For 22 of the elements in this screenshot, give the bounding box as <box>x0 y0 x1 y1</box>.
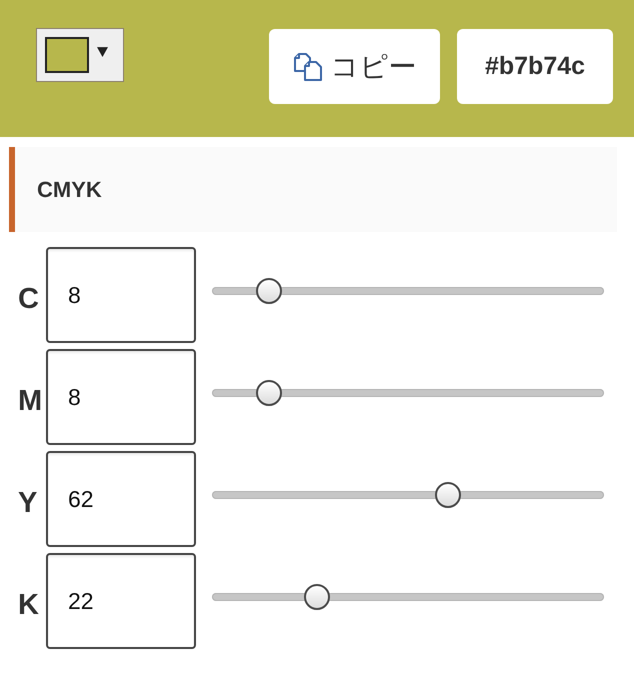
channel-label: K <box>17 588 40 622</box>
slider-track[interactable] <box>212 380 604 406</box>
slider-thumb[interactable] <box>256 380 282 406</box>
input-field[interactable]: 8 <box>46 349 196 445</box>
channel-label: M <box>17 384 44 418</box>
copy-icon <box>292 52 322 82</box>
slider-thumb[interactable] <box>435 482 462 508</box>
slider-track[interactable] <box>212 482 604 508</box>
slider-thumb[interactable] <box>256 278 282 304</box>
copy-button[interactable]: コピー <box>269 29 440 104</box>
slider-track[interactable] <box>212 584 604 610</box>
input-field[interactable]: 22 <box>46 553 196 649</box>
section-title: CMYK <box>37 176 102 202</box>
channel-label: Y <box>17 486 38 520</box>
caret-icon <box>97 46 108 56</box>
color-picker-button[interactable] <box>36 28 124 82</box>
channel-label: C <box>17 282 40 316</box>
input-field[interactable]: 8 <box>46 247 196 343</box>
hex-code-button[interactable]: #b7b74c <box>457 29 613 104</box>
input-field[interactable]: 62 <box>46 451 196 547</box>
slider-track[interactable] <box>212 278 604 304</box>
slider-thumb[interactable] <box>304 584 330 610</box>
